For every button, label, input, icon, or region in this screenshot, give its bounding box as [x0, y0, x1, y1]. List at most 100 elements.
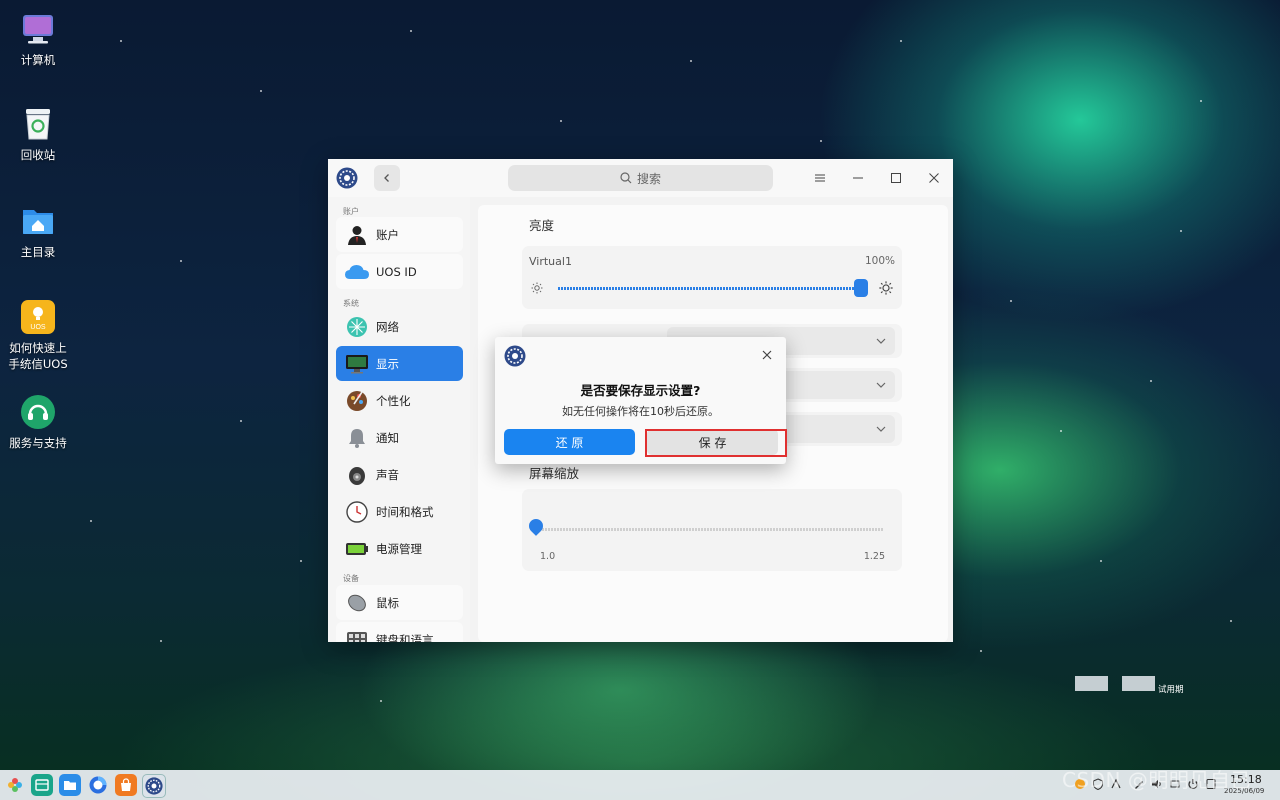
brightness-slider-handle[interactable] — [854, 279, 868, 297]
search-input[interactable]: 搜索 — [508, 165, 773, 191]
desktop-icon-support[interactable]: 服务与支持 — [4, 395, 72, 451]
hamburger-menu-icon — [815, 174, 825, 182]
guide-badge: UOS — [30, 324, 46, 331]
title-bar: 搜索 — [328, 159, 953, 197]
sidebar-item-label: 时间和格式 — [376, 504, 434, 519]
trash-icon — [21, 107, 55, 141]
sidebar-item-uos-id[interactable]: UOS ID — [336, 254, 463, 289]
monitor-name: Virtual1 — [529, 255, 572, 268]
control-center-taskbar-button[interactable] — [142, 774, 166, 798]
app-store-icon — [121, 778, 131, 791]
dialog-title: 是否要保存显示设置? — [580, 383, 701, 398]
desktop-icon-label: 如何快速上手统信UOS — [8, 340, 67, 372]
control-center-logo-icon — [504, 345, 526, 367]
sidebar-item-label: 声音 — [376, 467, 399, 482]
brightness-low-icon — [531, 282, 543, 294]
search-placeholder: 搜索 — [636, 171, 661, 186]
brightness-title: 亮度 — [529, 218, 555, 233]
keyboard-icon — [344, 627, 370, 642]
section-title-system: 系统 — [343, 299, 359, 308]
browser-button[interactable] — [87, 774, 109, 796]
file-manager-icon — [64, 781, 76, 790]
desktop-icon-label: 服务与支持 — [9, 436, 67, 450]
home-folder-icon — [21, 204, 55, 238]
guide-icon: UOS — [21, 300, 55, 334]
desktop-icon-computer[interactable]: 计算机 — [4, 12, 72, 68]
mouse-icon — [344, 590, 370, 616]
section-title-devices: 设备 — [343, 574, 359, 583]
save-button[interactable]: 保 存 — [647, 429, 778, 455]
save-display-dialog: 是否要保存显示设置? 如无任何操作将在10秒后还原。 还 原 保 存 — [495, 337, 786, 464]
chevron-left-icon — [384, 174, 389, 182]
maximize-icon — [891, 173, 901, 183]
close-window-button[interactable] — [924, 168, 944, 188]
menu-button[interactable] — [810, 168, 830, 188]
sidebar-item-accounts[interactable]: 账户 — [336, 217, 463, 252]
multitask-view-icon — [35, 779, 49, 791]
sidebar-item-power[interactable]: 电源管理 — [336, 531, 463, 566]
watermark-text: CSDN @明明见自己 — [1062, 768, 1251, 792]
trial-info-block — [1122, 676, 1155, 691]
section-title-accounts: 账户 — [343, 207, 359, 216]
launcher-icon — [8, 778, 22, 792]
chevron-down-icon — [876, 382, 886, 388]
dialog-message: 如无任何操作将在10秒后还原。 — [562, 405, 719, 418]
sidebar-item-label: 账户 — [376, 227, 399, 242]
minimize-button[interactable] — [848, 168, 868, 188]
sidebar-item-label: 通知 — [376, 430, 399, 445]
brightness-high-icon — [879, 281, 893, 295]
desktop-icon-label: 计算机 — [20, 53, 56, 67]
control-center-logo-icon — [336, 167, 358, 189]
sidebar-item-personalization[interactable]: 个性化 — [336, 383, 463, 418]
sidebar-item-display[interactable]: 显示 — [336, 346, 463, 381]
sidebar-item-keyboard[interactable]: 键盘和语言 — [336, 622, 463, 642]
desktop-icon-label: 主目录 — [20, 245, 56, 259]
sidebar-item-label: 网络 — [376, 319, 399, 334]
sidebar-item-label: UOS ID — [376, 264, 417, 279]
minimize-icon — [853, 177, 863, 179]
brightness-card: Virtual1 100% — [522, 246, 902, 309]
app-store-button[interactable] — [115, 774, 137, 796]
back-button[interactable] — [374, 165, 400, 191]
sidebar: 账户 账户 UOS ID 系统 网络 显示 个性化 通知 声音 时间和格式 电源… — [328, 197, 470, 642]
sidebar-item-label: 电源管理 — [376, 541, 422, 556]
launcher-button[interactable] — [4, 774, 26, 796]
guide-label-line1: 如何快速上 — [9, 341, 67, 355]
brightness-slider-track[interactable] — [558, 287, 861, 290]
scale-slider-handle[interactable] — [526, 516, 546, 536]
control-center-icon — [145, 777, 163, 795]
sidebar-item-datetime[interactable]: 时间和格式 — [336, 494, 463, 529]
multitask-button[interactable] — [31, 774, 53, 796]
chevron-down-icon — [876, 426, 886, 432]
sidebar-item-network[interactable]: 网络 — [336, 309, 463, 344]
desktop-icon-home[interactable]: 主目录 — [4, 204, 72, 260]
sidebar-item-notifications[interactable]: 通知 — [336, 420, 463, 455]
display-icon — [344, 351, 370, 377]
revert-button[interactable]: 还 原 — [504, 429, 635, 455]
bell-icon — [344, 425, 370, 451]
desktop-icon-guide[interactable]: UOS 如何快速上手统信UOS — [4, 300, 72, 372]
sidebar-item-label: 个性化 — [376, 393, 411, 408]
dialog-close-button[interactable] — [760, 347, 774, 361]
chevron-down-icon — [876, 338, 886, 344]
sidebar-item-mouse[interactable]: 鼠标 — [336, 585, 463, 620]
file-manager-button[interactable] — [59, 774, 81, 796]
scale-min-label: 1.0 — [540, 551, 556, 562]
close-icon — [762, 350, 772, 360]
search-icon — [620, 172, 632, 184]
guide-label-line2: 手统信UOS — [8, 357, 68, 371]
user-icon — [344, 222, 370, 248]
scale-card: 1.0 1.25 — [522, 489, 902, 571]
trial-label: 试用期 — [1158, 685, 1184, 695]
scale-slider-track[interactable] — [536, 528, 884, 531]
scale-title: 屏幕缩放 — [529, 466, 580, 481]
maximize-button[interactable] — [886, 168, 906, 188]
desktop-icon-trash[interactable]: 回收站 — [4, 107, 72, 163]
palette-icon — [344, 388, 370, 414]
sidebar-item-sound[interactable]: 声音 — [336, 457, 463, 492]
trial-info-block — [1075, 676, 1108, 691]
cloud-icon — [344, 259, 370, 285]
battery-icon — [344, 536, 370, 562]
network-icon — [344, 314, 370, 340]
sidebar-item-label: 显示 — [376, 356, 399, 371]
